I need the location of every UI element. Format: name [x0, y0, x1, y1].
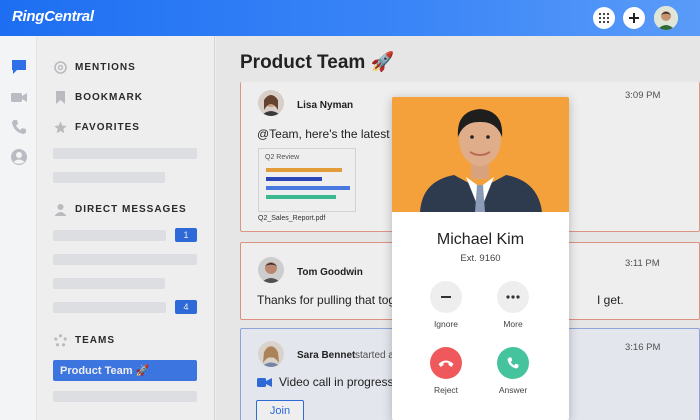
star-icon — [53, 120, 67, 134]
phone-icon[interactable] — [10, 118, 28, 136]
dialpad-icon — [598, 12, 610, 24]
ignore-label: Ignore — [433, 319, 459, 329]
teams-icon — [53, 333, 67, 347]
video-icon[interactable] — [10, 88, 28, 106]
message-body-tail: I get. — [597, 293, 624, 307]
answer-button[interactable] — [497, 347, 529, 379]
sidebar-item-teams[interactable]: TEAMS — [53, 330, 115, 350]
unread-count-badge: 4 — [175, 300, 197, 314]
more-label: More — [503, 319, 523, 329]
reject-button[interactable] — [430, 347, 462, 379]
sidebar-item-label: MENTIONS — [75, 61, 136, 73]
sidebar-item-favorites[interactable]: FAVORITES — [53, 117, 140, 137]
join-call-button[interactable]: Join — [256, 400, 304, 420]
placeholder-row — [53, 230, 166, 241]
file-name[interactable]: Q2_Sales_Report.pdf — [258, 215, 325, 222]
sidebar-item-label: BOOKMARK — [75, 91, 143, 103]
ignore-button[interactable] — [430, 281, 462, 313]
sidebar-item-product-team[interactable]: Product Team 🚀 — [53, 360, 197, 381]
phone-answer-icon — [507, 357, 519, 369]
message-time: 3:09 PM — [625, 90, 661, 101]
preview-bar — [266, 168, 342, 172]
new-action-button[interactable] — [623, 7, 645, 29]
messages-icon[interactable] — [10, 58, 28, 76]
user-avatar[interactable] — [654, 6, 678, 30]
placeholder-row — [53, 148, 197, 159]
avatar — [258, 90, 284, 116]
avatar — [258, 341, 284, 367]
more-button[interactable] — [497, 281, 529, 313]
app-logo: RingCentral — [12, 8, 94, 25]
incoming-call-card: Michael Kim Ext. 9160 Ignore More Reject… — [392, 97, 569, 420]
file-preview[interactable]: Q2 Review — [258, 148, 356, 212]
channel-title: Product Team 🚀 — [240, 52, 395, 73]
caller-name: Michael Kim — [436, 231, 525, 248]
sidebar-item-label: FAVORITES — [75, 121, 140, 133]
dialpad-button[interactable] — [593, 7, 615, 29]
reject-label: Reject — [433, 385, 459, 395]
caller-photo — [392, 97, 569, 212]
placeholder-row — [53, 278, 165, 289]
person-icon — [53, 202, 67, 216]
sidebar-item-mentions[interactable]: MENTIONS — [53, 57, 136, 77]
caller-extension: Ext. 9160 — [460, 253, 501, 264]
preview-bar — [266, 195, 336, 199]
message-action: started a — [355, 350, 394, 361]
nav-rail — [0, 36, 37, 420]
contacts-icon[interactable] — [10, 148, 28, 166]
placeholder-row — [53, 254, 197, 265]
placeholder-row — [53, 391, 197, 402]
message-body: Thanks for pulling that tog — [257, 293, 396, 307]
preview-bar — [266, 186, 350, 190]
answer-label: Answer — [498, 385, 528, 395]
sidebar: MENTIONS BOOKMARK FAVORITES DIRECT MESSA… — [37, 36, 215, 420]
message-author[interactable]: Sara Bennet — [297, 350, 355, 361]
placeholder-row — [53, 172, 165, 183]
minus-icon — [441, 296, 451, 298]
message-author[interactable]: Tom Goodwin — [297, 267, 363, 278]
message-body: Video call in progress — [279, 375, 394, 389]
message-author[interactable]: Lisa Nyman — [297, 100, 353, 111]
video-icon — [257, 378, 272, 387]
file-preview-title: Q2 Review — [265, 154, 300, 161]
preview-bar — [266, 177, 322, 181]
top-bar: RingCentral — [0, 0, 700, 36]
at-icon — [53, 60, 67, 74]
message-time: 3:11 PM — [625, 258, 660, 269]
bookmark-icon — [53, 90, 67, 104]
sidebar-item-bookmark[interactable]: BOOKMARK — [53, 87, 143, 107]
message-time: 3:16 PM — [625, 342, 661, 353]
sidebar-item-direct-messages[interactable]: DIRECT MESSAGES — [53, 199, 187, 219]
unread-count-badge: 1 — [175, 228, 197, 242]
more-icon — [506, 295, 520, 299]
placeholder-row — [53, 302, 166, 313]
sidebar-item-label: TEAMS — [75, 334, 115, 346]
sidebar-item-label: DIRECT MESSAGES — [75, 203, 187, 215]
avatar — [258, 257, 284, 283]
plus-icon — [629, 13, 639, 23]
hangup-icon — [438, 360, 454, 367]
message-body: @Team, here's the latest o — [257, 127, 400, 141]
